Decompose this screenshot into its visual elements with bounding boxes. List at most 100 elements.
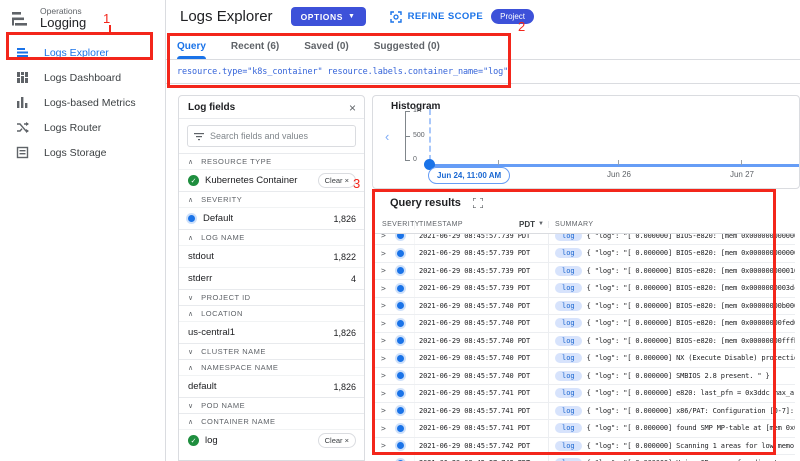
- field-section-header[interactable]: ∧ LOCATION: [179, 306, 364, 321]
- log-row[interactable]: > 2021-06-29 08:45:57.739 PDT log { "log…: [372, 245, 795, 263]
- clear-filter-button[interactable]: Clear ×: [318, 433, 356, 448]
- log-chip[interactable]: log: [555, 336, 582, 346]
- chevron-down-icon: ▼: [348, 13, 356, 20]
- log-summary: { "log": "[ 0.000000] SMBIOS 2.8 present…: [587, 372, 770, 380]
- field-value-row[interactable]: stdout 1,822: [179, 245, 364, 267]
- log-chip[interactable]: log: [555, 353, 582, 363]
- expand-chevron-icon[interactable]: >: [372, 266, 395, 275]
- field-value-row[interactable]: stderr 4: [179, 267, 364, 289]
- expand-chevron-icon[interactable]: >: [372, 389, 395, 398]
- timezone-dropdown[interactable]: PDT▼: [519, 220, 544, 229]
- toolbar: Logs Explorer OPTIONS▼ REFINE SCOPE Proj…: [165, 0, 800, 33]
- product-logo-row: Operations Logging: [0, 0, 165, 36]
- field-section-header[interactable]: ∨ POD NAME: [179, 398, 364, 413]
- clear-filter-button[interactable]: Clear ×: [318, 173, 356, 188]
- expand-chevron-icon[interactable]: >: [372, 319, 395, 328]
- expand-chevron-icon[interactable]: >: [372, 336, 395, 345]
- log-row[interactable]: > 2021-06-29 08:45:57.742 PDT log { "log…: [372, 455, 795, 461]
- log-summary: { "log": "[ 0.000000] BIOS-e820: [mem 0x…: [587, 284, 795, 292]
- options-button[interactable]: OPTIONS▼: [291, 7, 366, 26]
- log-timestamp: 2021-06-29 08:45:57.739 PDT: [414, 234, 548, 244]
- field-section-header[interactable]: ∧ NAMESPACE NAME: [179, 360, 364, 375]
- log-row[interactable]: > 2021-06-29 08:45:57.740 PDT log { "log…: [372, 333, 795, 351]
- log-row[interactable]: > 2021-06-29 08:45:57.740 PDT log { "log…: [372, 350, 795, 368]
- log-chip[interactable]: log: [555, 371, 582, 381]
- tab-saved-0-[interactable]: Saved (0): [304, 33, 348, 59]
- log-row[interactable]: > 2021-06-29 08:45:57.739 PDT log { "log…: [372, 280, 795, 298]
- log-chip[interactable]: log: [555, 234, 582, 241]
- query-tabs-bar: Query Recent (6) Saved (0) Suggested (0): [165, 33, 800, 60]
- log-timestamp: 2021-06-29 08:45:57.740 PDT: [414, 315, 548, 332]
- histogram-y-axis: [405, 111, 411, 161]
- close-icon[interactable]: ×: [349, 103, 356, 113]
- log-row[interactable]: > 2021-06-29 08:45:57.742 PDT log { "log…: [372, 438, 795, 456]
- tab-recent-6-[interactable]: Recent (6): [231, 33, 279, 59]
- log-row[interactable]: > 2021-06-29 08:45:57.740 PDT log { "log…: [372, 315, 795, 333]
- log-fields-sections: ∧ RESOURCE TYPE ✓Kubernetes Container Cl…: [179, 153, 364, 451]
- field-value-row[interactable]: ✓log Clear ×: [179, 429, 364, 451]
- log-row[interactable]: > 2021-06-29 08:45:57.741 PDT log { "log…: [372, 420, 795, 438]
- project-scope-badge[interactable]: Project: [491, 9, 534, 24]
- log-chip[interactable]: log: [555, 283, 582, 293]
- expand-chevron-icon[interactable]: >: [372, 234, 395, 240]
- chevron-up-icon: ∧: [188, 158, 193, 166]
- field-section-header[interactable]: ∨ CLUSTER NAME: [179, 344, 364, 359]
- tab-suggested-0-[interactable]: Suggested (0): [374, 33, 440, 59]
- log-chip[interactable]: log: [555, 441, 582, 451]
- field-value-row[interactable]: us-central1 1,826: [179, 321, 364, 343]
- selected-time-pill[interactable]: Jun 24, 11:00 AM: [428, 167, 510, 184]
- field-section-header[interactable]: ∧ LOG NAME: [179, 230, 364, 245]
- results-rows: > 2021-06-29 08:45:57.739 PDT log { "log…: [372, 234, 795, 461]
- sidebar-item-logs-storage[interactable]: Logs Storage: [0, 140, 165, 165]
- log-row[interactable]: > 2021-06-29 08:45:57.741 PDT log { "log…: [372, 385, 795, 403]
- field-value-row[interactable]: Default 1,826: [179, 207, 364, 229]
- chevron-down-icon: ∨: [188, 348, 193, 356]
- expand-chevron-icon[interactable]: >: [372, 354, 395, 363]
- log-row[interactable]: > 2021-06-29 08:45:57.740 PDT log { "log…: [372, 298, 795, 316]
- sidebar-item-logs-based-metrics[interactable]: Logs-based Metrics: [0, 90, 165, 115]
- expand-chevron-icon[interactable]: >: [372, 406, 395, 415]
- log-row[interactable]: > 2021-06-29 08:45:57.741 PDT log { "log…: [372, 403, 795, 421]
- log-timestamp: 2021-06-29 08:45:57.741 PDT: [414, 403, 548, 420]
- sidebar-item-logs-router[interactable]: Logs Router: [0, 115, 165, 140]
- fullscreen-icon[interactable]: [473, 198, 483, 208]
- query-editor-row[interactable]: resource.type="k8s_container" resource.l…: [165, 60, 800, 84]
- query-text[interactable]: resource.type="k8s_container" resource.l…: [177, 67, 508, 77]
- green-check-icon: ✓: [188, 175, 199, 186]
- dashboard-icon: [16, 71, 29, 84]
- sidebar-item-logs-explorer[interactable]: Logs Explorer: [0, 40, 165, 65]
- expand-chevron-icon[interactable]: >: [372, 441, 395, 450]
- log-chip[interactable]: log: [555, 266, 582, 276]
- expand-chevron-icon[interactable]: >: [372, 371, 395, 380]
- expand-chevron-icon[interactable]: >: [372, 301, 395, 310]
- chevron-up-icon: ∧: [188, 418, 193, 426]
- log-chip[interactable]: log: [555, 301, 582, 311]
- log-chip[interactable]: log: [555, 423, 582, 433]
- sidebar-item-logs-dashboard[interactable]: Logs Dashboard: [0, 65, 165, 90]
- log-chip[interactable]: log: [555, 388, 582, 398]
- expand-chevron-icon[interactable]: >: [372, 424, 395, 433]
- field-section-header[interactable]: ∨ PROJECT ID: [179, 290, 364, 305]
- field-section-header[interactable]: ∧ SEVERITY: [179, 192, 364, 207]
- refine-scope-button[interactable]: REFINE SCOPE: [390, 11, 484, 23]
- product-title: Logging: [40, 16, 86, 30]
- log-row[interactable]: > 2021-06-29 08:45:57.739 PDT log { "log…: [372, 263, 795, 281]
- tab-query[interactable]: Query: [177, 33, 206, 59]
- field-section-header[interactable]: ∧ CONTAINER NAME: [179, 414, 364, 429]
- logs-explorer-page: Operations Logging Logs Explorer Logs Da…: [0, 0, 800, 461]
- expand-chevron-icon[interactable]: >: [372, 249, 395, 258]
- expand-chevron-icon[interactable]: >: [372, 284, 395, 293]
- log-chip[interactable]: log: [555, 248, 582, 258]
- log-chip[interactable]: log: [555, 318, 582, 328]
- metrics-icon: [16, 96, 29, 109]
- field-section-header[interactable]: ∧ RESOURCE TYPE: [179, 154, 364, 169]
- log-chip[interactable]: log: [555, 406, 582, 416]
- field-value-row[interactable]: default 1,826: [179, 375, 364, 397]
- field-value-row[interactable]: ✓Kubernetes Container Clear ×: [179, 169, 364, 191]
- severity-default-icon: [397, 425, 404, 432]
- severity-default-icon: [397, 337, 404, 344]
- log-fields-search-input[interactable]: Search fields and values: [187, 125, 356, 147]
- log-row[interactable]: > 2021-06-29 08:45:57.739 PDT log { "log…: [372, 234, 795, 245]
- log-row[interactable]: > 2021-06-29 08:45:57.740 PDT log { "log…: [372, 368, 795, 386]
- chevron-left-icon[interactable]: ‹: [385, 129, 389, 144]
